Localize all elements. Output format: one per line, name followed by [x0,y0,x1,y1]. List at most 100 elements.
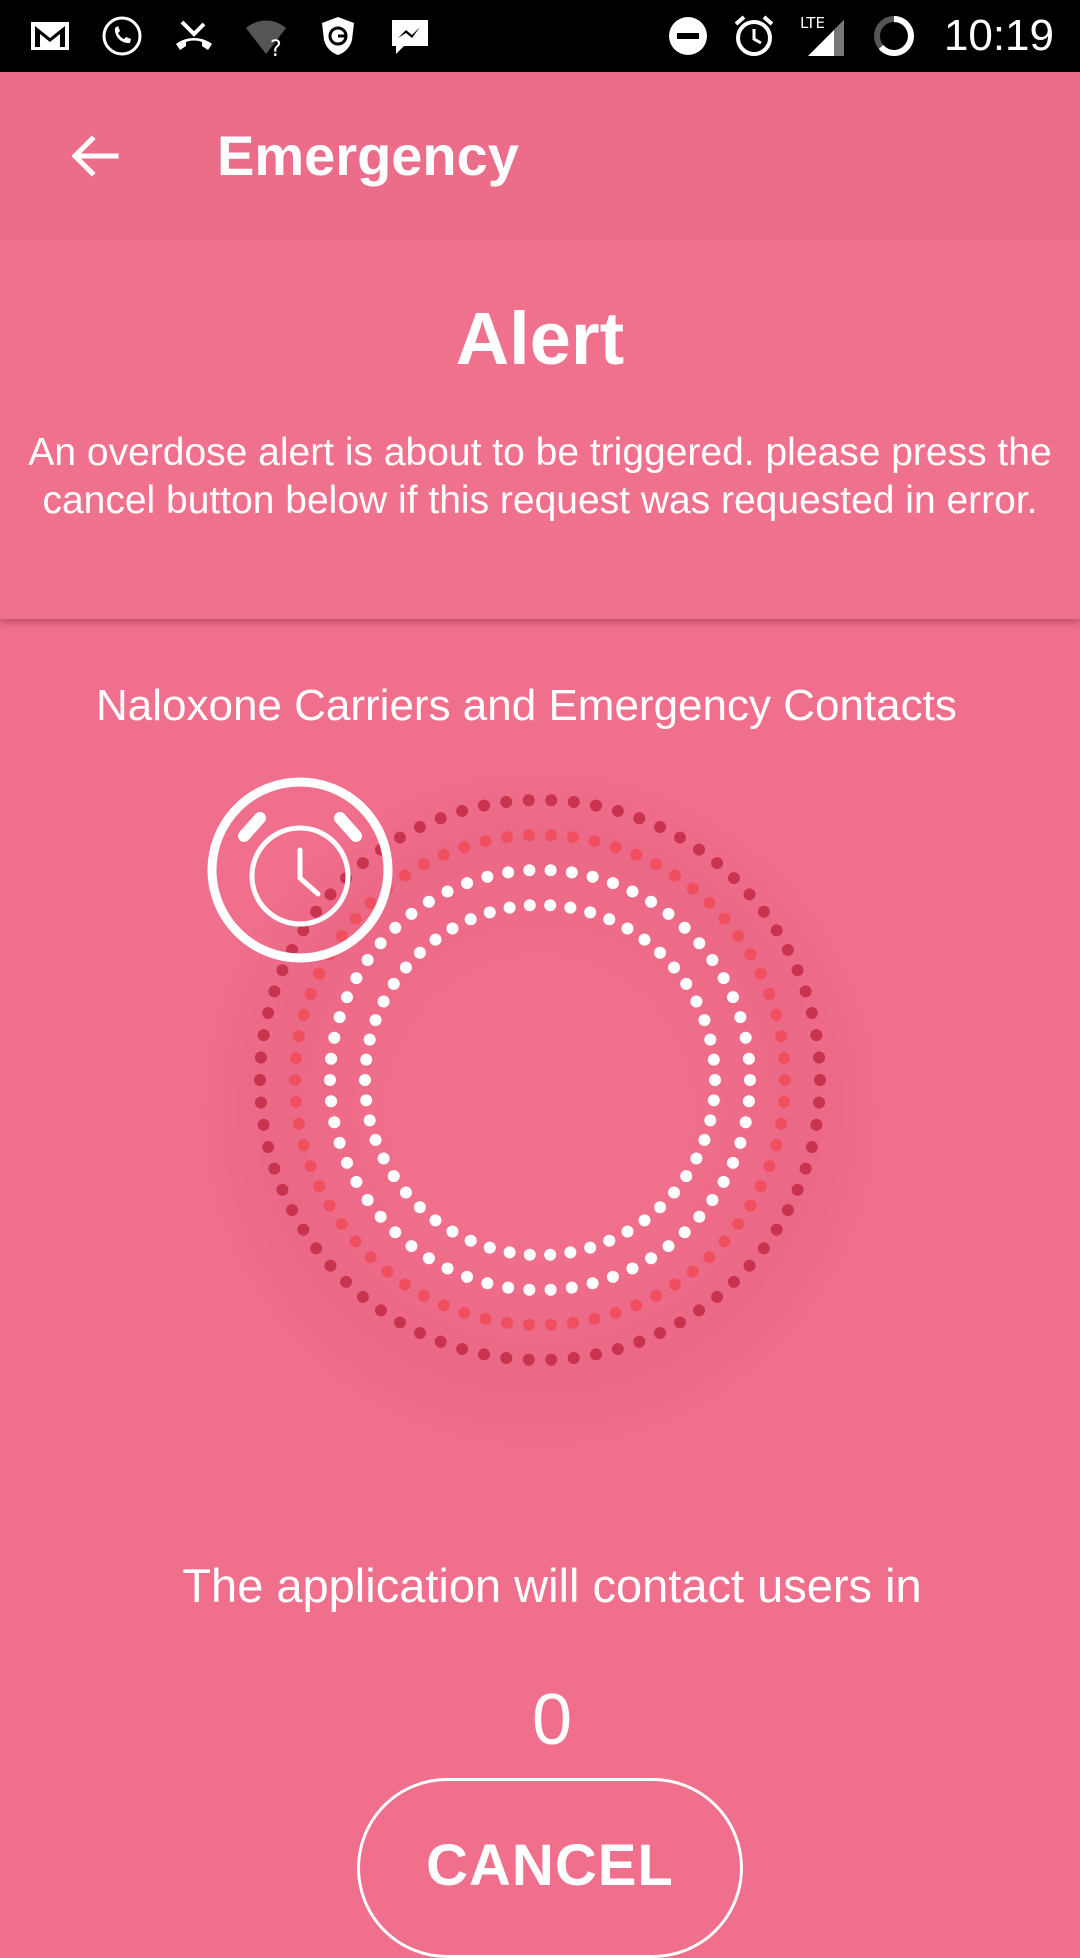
radar-dot [645,895,658,908]
back-button[interactable] [62,122,130,190]
svg-text:?: ? [270,37,282,58]
radar-dot [693,937,706,950]
radar-dot [481,1277,494,1290]
radar-dot [744,1074,756,1086]
radar-dot [503,1246,516,1259]
signal-icon: LTE [798,14,850,58]
radar-dot [324,1259,337,1272]
radar-dot [564,1246,577,1259]
radar-dot [707,1094,720,1107]
cancel-button-label: CANCEL [426,1833,674,1898]
radar-dot [257,1029,270,1042]
radar-dot [727,872,740,885]
radar-dot [791,1183,804,1196]
radar-dot [429,933,442,946]
radar-dot [268,985,281,998]
radar-dot [566,1316,579,1329]
radar-dot [668,1186,681,1199]
radar-dot [813,1096,826,1109]
radar-dot [770,1223,783,1236]
radar-dot [328,1116,341,1129]
radar-dot [377,995,390,1008]
countdown-value: 0 [531,1680,573,1760]
radar-dot [654,946,667,959]
countdown-label: The application will contact users in [182,1559,922,1612]
radar-dot [739,1031,752,1044]
radar-dot [360,1053,373,1066]
missed-call-icon [172,14,216,58]
radar-dot [500,796,513,809]
radar-dot [363,1114,376,1127]
radar-dot [544,1248,557,1261]
radar-dot [257,1118,270,1131]
radar-dot [446,922,459,935]
radar-dot [434,1335,447,1348]
radar-dot [611,805,624,818]
radar-dot [704,1114,717,1127]
radar-dot [461,1270,474,1283]
alert-message: An overdose alert is about to be trigger… [28,431,1052,522]
radar-dot [799,1162,812,1175]
radar-dot [333,1011,346,1024]
radar-dot [770,924,783,937]
status-bar-system: LTE 10:19 [666,0,1080,72]
phone-call-icon [100,14,144,58]
radar-dot [590,1348,603,1361]
radar-dot [437,848,450,861]
radar-dot [654,821,667,834]
radar-dot [707,1053,720,1066]
radar-dot [726,1156,739,1169]
radar-dot [356,1290,369,1303]
radar-dot [349,1235,362,1248]
radar-dot [662,1240,675,1253]
radar-dot [704,1033,717,1046]
radar-dot [464,913,477,926]
radar-dot [805,1141,818,1154]
radar-ring-core [359,899,721,1261]
radar-dot [734,1136,747,1149]
radar-dot [363,1033,376,1046]
radar-dot [405,907,418,920]
radar-dot [590,799,603,812]
radar-dot [413,821,426,834]
radar-dot [754,1180,767,1193]
radar-dot [690,1152,703,1165]
radar-dot [726,991,739,1004]
radar-dot [626,885,639,898]
radar-dot [606,1270,619,1283]
radar-dot [501,831,514,844]
radar-dot [744,1199,757,1212]
radar-dot [603,1234,616,1247]
radar-dot [668,961,681,974]
radar-dot [523,864,536,877]
radar-dot [603,913,616,926]
radar-dot [289,1095,302,1108]
radar-dot [668,869,681,882]
radar-dot [778,1052,791,1065]
radar-dot [566,831,579,844]
radar-dot [369,1014,382,1027]
radar-dot [757,1242,770,1255]
radar-dot [690,995,703,1008]
radar-dot [399,869,412,882]
radar-dot [732,929,745,942]
radar-dot [706,1193,719,1206]
radar-dot [757,905,770,918]
radar-dot [399,1186,412,1199]
radar-dot [743,888,756,901]
radar-dot [328,1031,341,1044]
radar-dot [703,896,716,909]
radar-dot [333,1136,346,1149]
radar-dot [422,1252,435,1265]
messenger-icon [388,14,432,58]
radar-dot [437,1299,450,1312]
cancel-button[interactable]: CANCEL [357,1778,743,1958]
radar-dot [586,870,599,883]
radar-dot [775,1117,788,1130]
radar-dot [717,972,730,985]
radar-dot [364,1251,377,1264]
battery-icon [872,14,916,58]
radar-dot [609,840,622,853]
radar-dot [805,1006,818,1019]
radar-dot [770,1008,783,1021]
